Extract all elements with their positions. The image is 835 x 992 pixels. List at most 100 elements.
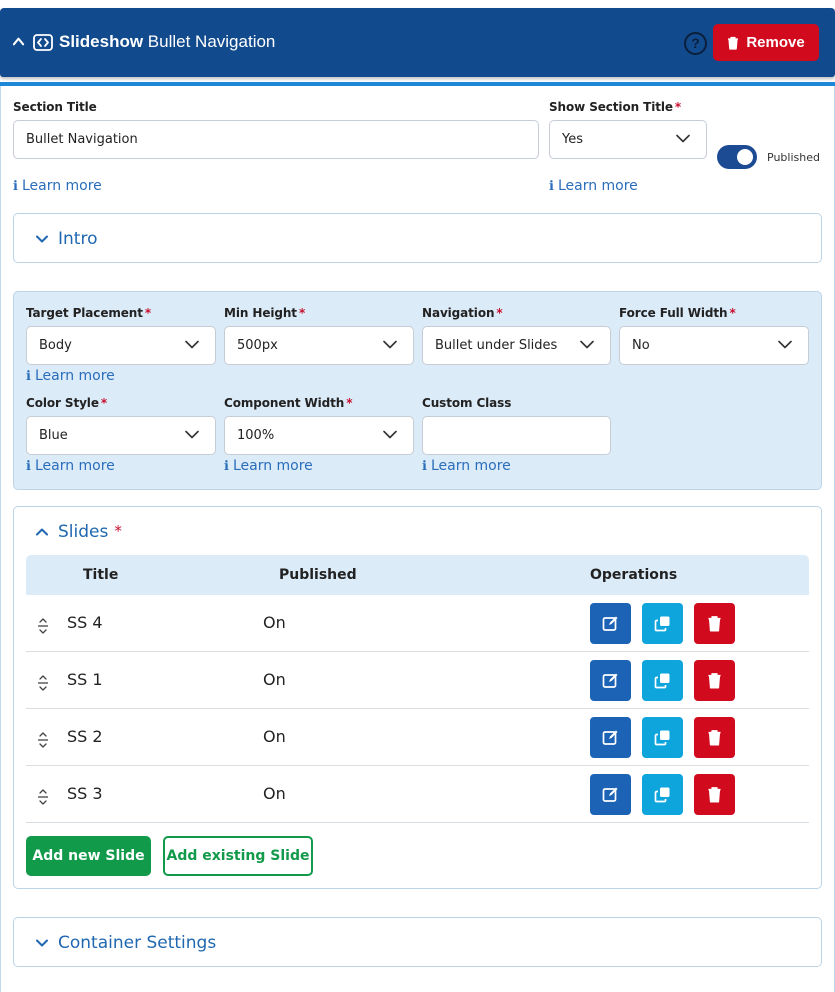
component-width-label: Component Width * bbox=[224, 396, 353, 410]
copy-button[interactable] bbox=[642, 603, 683, 644]
copy-button[interactable] bbox=[642, 660, 683, 701]
table-row: SS 4 On bbox=[26, 595, 809, 652]
edit-icon bbox=[602, 730, 618, 745]
slide-published: On bbox=[263, 613, 286, 632]
learn-more-link[interactable]: ℹ Learn more bbox=[26, 458, 115, 474]
learn-more-link[interactable]: ℹ Learn more bbox=[549, 178, 638, 194]
required-marker: * bbox=[114, 522, 122, 540]
add-existing-slide-button[interactable]: Add existing Slide bbox=[163, 836, 313, 876]
container-settings-title: Container Settings bbox=[58, 933, 217, 953]
trash-icon bbox=[708, 673, 721, 689]
chevron-down-icon bbox=[383, 340, 397, 349]
trash-icon bbox=[708, 787, 721, 803]
color-style-select[interactable]: Blue bbox=[26, 416, 216, 455]
intro-title: Intro bbox=[58, 229, 98, 249]
force-full-width-value: No bbox=[632, 338, 650, 353]
code-icon bbox=[33, 34, 53, 51]
drag-handle-icon[interactable] bbox=[37, 731, 49, 749]
header-title-name: Bullet Navigation bbox=[143, 32, 276, 51]
chevron-up-icon[interactable] bbox=[36, 528, 48, 536]
chevron-down-icon bbox=[778, 340, 792, 349]
table-row: SS 2 On bbox=[26, 709, 809, 766]
copy-icon bbox=[654, 616, 670, 632]
header-title-type: Slideshow bbox=[59, 32, 144, 51]
info-icon: ℹ bbox=[422, 459, 427, 474]
slide-title[interactable]: SS 4 bbox=[67, 613, 103, 632]
options-panel bbox=[13, 291, 822, 490]
trash-icon bbox=[728, 36, 739, 50]
copy-icon bbox=[654, 673, 670, 689]
edit-icon bbox=[602, 616, 618, 631]
edit-button[interactable] bbox=[590, 603, 631, 644]
container-settings-section[interactable]: Container Settings bbox=[13, 917, 822, 967]
intro-section[interactable]: Intro bbox=[13, 213, 822, 263]
show-section-title-label: Show Section Title * bbox=[549, 100, 682, 114]
min-height-value: 500px bbox=[237, 338, 278, 353]
learn-more-link[interactable]: ℹ Learn more bbox=[422, 458, 511, 474]
show-section-title-value: Yes bbox=[562, 132, 583, 147]
add-new-slide-button[interactable]: Add new Slide bbox=[26, 836, 151, 876]
slide-title[interactable]: SS 2 bbox=[67, 727, 103, 746]
column-published: Published bbox=[279, 567, 357, 583]
target-placement-select[interactable]: Body bbox=[26, 326, 216, 365]
slide-published: On bbox=[263, 784, 286, 803]
navigation-select[interactable]: Bullet under Slides bbox=[422, 326, 611, 365]
chevron-down-icon bbox=[185, 430, 199, 439]
drag-handle-icon[interactable] bbox=[37, 788, 49, 806]
drag-handle-icon[interactable] bbox=[37, 674, 49, 692]
copy-icon bbox=[654, 787, 670, 803]
table-row: SS 3 On bbox=[26, 766, 809, 823]
edit-button[interactable] bbox=[590, 660, 631, 701]
info-icon: ℹ bbox=[26, 459, 31, 474]
force-full-width-label: Force Full Width * bbox=[619, 306, 736, 320]
column-title: Title bbox=[83, 567, 119, 583]
learn-more-link[interactable]: ℹ Learn more bbox=[26, 368, 115, 384]
edit-button[interactable] bbox=[590, 717, 631, 758]
delete-button[interactable] bbox=[694, 774, 735, 815]
force-full-width-select[interactable]: No bbox=[619, 326, 809, 365]
delete-button[interactable] bbox=[694, 603, 735, 644]
component-width-select[interactable]: 100% bbox=[224, 416, 414, 455]
slides-table-header: Title Published Operations bbox=[26, 555, 809, 595]
min-height-label: Min Height * bbox=[224, 306, 306, 320]
chevron-up-icon[interactable] bbox=[12, 35, 25, 48]
info-icon: ℹ bbox=[224, 459, 229, 474]
learn-more-link[interactable]: ℹ Learn more bbox=[13, 178, 102, 194]
copy-button[interactable] bbox=[642, 774, 683, 815]
slide-title[interactable]: SS 1 bbox=[67, 670, 103, 689]
trash-icon bbox=[708, 616, 721, 632]
chevron-down-icon bbox=[676, 134, 690, 143]
edit-button[interactable] bbox=[590, 774, 631, 815]
chevron-down-icon bbox=[580, 340, 594, 349]
trash-icon bbox=[708, 730, 721, 746]
delete-button[interactable] bbox=[694, 660, 735, 701]
slides-title[interactable]: Slides * bbox=[58, 522, 122, 542]
copy-icon bbox=[654, 730, 670, 746]
section-title-label: Section Title bbox=[13, 100, 97, 114]
target-placement-value: Body bbox=[39, 338, 72, 353]
slide-published: On bbox=[263, 727, 286, 746]
delete-button[interactable] bbox=[694, 717, 735, 758]
section-title-input[interactable]: Bullet Navigation bbox=[13, 120, 539, 159]
section-title-value: Bullet Navigation bbox=[26, 132, 138, 147]
edit-icon bbox=[602, 787, 618, 802]
published-label: Published bbox=[767, 151, 820, 164]
slide-title[interactable]: SS 3 bbox=[67, 784, 103, 803]
help-icon[interactable]: ? bbox=[684, 32, 707, 55]
show-section-title-select[interactable]: Yes bbox=[549, 120, 707, 159]
info-icon: ℹ bbox=[549, 179, 554, 194]
published-toggle[interactable] bbox=[717, 145, 757, 169]
header-title: Slideshow Bullet Navigation bbox=[59, 32, 275, 52]
remove-button[interactable]: Remove bbox=[713, 24, 819, 61]
drag-handle-icon[interactable] bbox=[37, 617, 49, 635]
column-operations: Operations bbox=[590, 567, 678, 583]
custom-class-input[interactable] bbox=[422, 416, 611, 455]
chevron-down-icon bbox=[383, 430, 397, 439]
color-style-label: Color Style * bbox=[26, 396, 108, 410]
toggle-knob bbox=[737, 149, 753, 165]
learn-more-link[interactable]: ℹ Learn more bbox=[224, 458, 313, 474]
min-height-select[interactable]: 500px bbox=[224, 326, 414, 365]
copy-button[interactable] bbox=[642, 717, 683, 758]
remove-label: Remove bbox=[746, 34, 805, 51]
section-header: Slideshow Bullet Navigation ? Remove bbox=[0, 8, 835, 77]
